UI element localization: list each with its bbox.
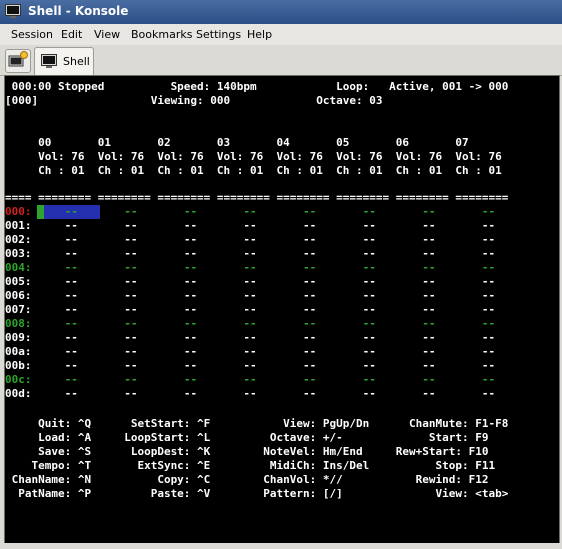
status-line-1: 000:00 Stopped Speed: 140bpm Loop: Activ… [5, 80, 509, 93]
new-tab-button[interactable] [5, 49, 31, 73]
status-line-2: [000] Viewing: 000 Octave: 03 [5, 94, 383, 107]
window-bottom-edge [0, 543, 562, 549]
channel-midi: Ch : 01 Ch : 01 Ch : 01 Ch : 01 Ch : 01 … [5, 164, 502, 177]
separator-line: ==== ======== ======== ======== ========… [5, 191, 509, 204]
konsole-app-icon [5, 4, 21, 18]
pattern-row[interactable]: 002: -- -- -- -- -- -- -- -- [5, 233, 495, 247]
pattern-row[interactable]: 004: -- -- -- -- -- -- -- -- [5, 261, 495, 275]
pattern-row[interactable]: 00b: -- -- -- -- -- -- -- -- [5, 359, 495, 373]
window-title: Shell - Konsole [28, 4, 129, 18]
help-line: ChanName: ^N Copy: ^C ChanVol: *// Rewin… [5, 473, 489, 486]
pattern-row[interactable]: 007: -- -- -- -- -- -- -- -- [5, 303, 495, 317]
pattern-row[interactable]: 000: -- -- -- -- -- -- -- -- [5, 205, 495, 219]
new-session-icon [8, 51, 28, 67]
terminal-icon [41, 54, 57, 68]
pattern-row[interactable]: 003: -- -- -- -- -- -- -- -- [5, 247, 495, 261]
tab-label: Shell [63, 55, 90, 68]
terminal-area[interactable]: 000:00 Stopped Speed: 140bpm Loop: Activ… [4, 75, 560, 545]
help-line: Load: ^A LoopStart: ^L Octave: +/- Start… [5, 431, 489, 444]
title-bar[interactable]: Shell - Konsole [0, 0, 562, 24]
tab-bar: Shell [0, 45, 562, 76]
pattern-row[interactable]: 00a: -- -- -- -- -- -- -- -- [5, 345, 495, 359]
channel-volumes: Vol: 76 Vol: 76 Vol: 76 Vol: 76 Vol: 76 … [5, 150, 502, 163]
menu-help[interactable]: Help [247, 28, 272, 41]
pattern-row[interactable]: 001: -- -- -- -- -- -- -- -- [5, 219, 495, 233]
pattern-row[interactable]: 006: -- -- -- -- -- -- -- -- [5, 289, 495, 303]
help-line: Tempo: ^T ExtSync: ^E MidiCh: Ins/Del St… [5, 459, 496, 472]
help-line: Save: ^S LoopDest: ^K NoteVel: Hm/End Re… [5, 445, 489, 458]
pattern-row[interactable]: 005: -- -- -- -- -- -- -- -- [5, 275, 495, 289]
menu-session[interactable]: Session [11, 28, 53, 41]
pattern-row[interactable]: 00d: -- -- -- -- -- -- -- -- [5, 387, 495, 401]
pattern-row[interactable]: 008: -- -- -- -- -- -- -- -- [5, 317, 495, 331]
channel-numbers: 00 01 02 03 04 05 06 07 [5, 136, 469, 149]
menu-bookmarks[interactable]: Bookmarks [131, 28, 192, 41]
menu-bar: Session Edit View Bookmarks Settings Hel… [0, 24, 562, 45]
menu-settings[interactable]: Settings [196, 28, 241, 41]
tab-shell[interactable]: Shell [34, 47, 94, 76]
help-line: PatName: ^P Paste: ^V Pattern: [/] View:… [5, 487, 509, 500]
menu-edit[interactable]: Edit [61, 28, 82, 41]
menu-view[interactable]: View [94, 28, 120, 41]
pattern-row[interactable]: 00c: -- -- -- -- -- -- -- -- [5, 373, 495, 387]
pattern-row[interactable]: 009: -- -- -- -- -- -- -- -- [5, 331, 495, 345]
help-line: Quit: ^Q SetStart: ^F View: PgUp/Dn Chan… [5, 417, 509, 430]
